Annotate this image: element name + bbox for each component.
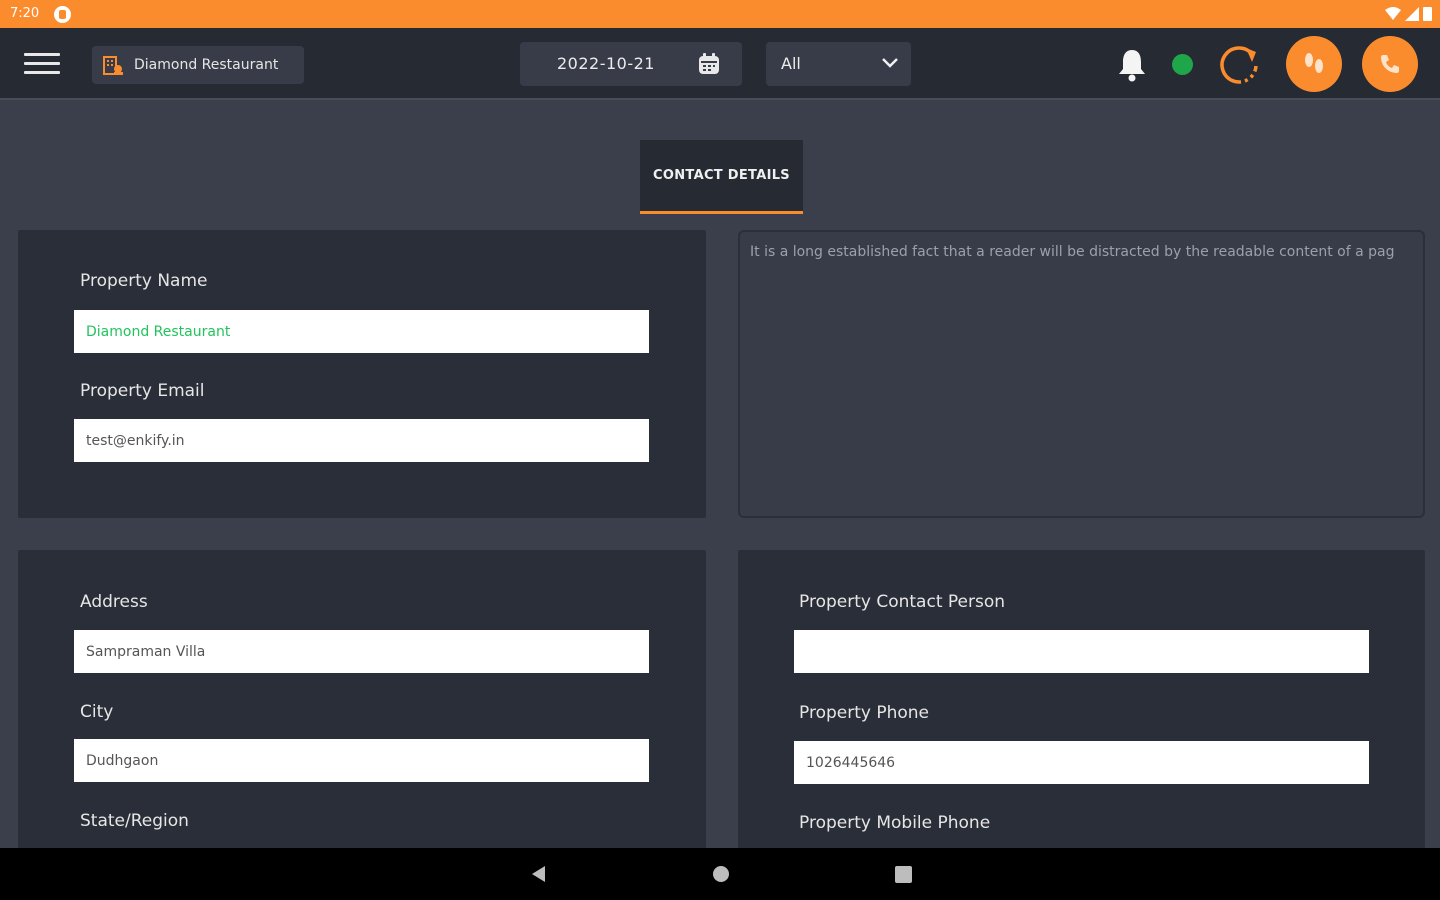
- address-label: Address: [80, 592, 148, 612]
- app-notification-icon: [54, 6, 71, 23]
- property-phone-label: Property Phone: [799, 703, 929, 723]
- system-icons: [1385, 6, 1432, 21]
- property-selector[interactable]: Diamond Restaurant: [92, 46, 304, 84]
- property-email-field[interactable]: [74, 419, 649, 462]
- status-time: 7:20: [10, 6, 40, 21]
- property-name: Diamond Restaurant: [134, 57, 279, 73]
- contact-card: Property Contact Person Property Phone P…: [738, 550, 1425, 850]
- property-email-label: Property Email: [80, 381, 205, 401]
- state-region-label: State/Region: [80, 811, 189, 831]
- app-header: Diamond Restaurant 2022-10-21 All: [0, 28, 1440, 100]
- footprints-button[interactable]: [1286, 36, 1342, 92]
- mobile-phone-label: Property Mobile Phone: [799, 813, 991, 833]
- battery-icon: [1423, 7, 1432, 21]
- online-status-dot: [1172, 54, 1193, 75]
- property-info-card: Property Name Property Email: [18, 230, 706, 518]
- filter-value: All: [781, 54, 801, 73]
- description-textarea[interactable]: It is a long established fact that a rea…: [738, 230, 1425, 518]
- city-field[interactable]: [74, 739, 649, 782]
- building-icon: [102, 54, 124, 76]
- footprints-icon: [1305, 53, 1323, 73]
- phone-icon: [1381, 55, 1399, 73]
- home-icon[interactable]: [713, 866, 729, 882]
- signal-icon: [1405, 6, 1419, 21]
- city-label: City: [80, 702, 114, 722]
- system-status-bar: 7:20: [0, 0, 1440, 28]
- date-picker[interactable]: 2022-10-21: [520, 42, 742, 86]
- address-card: Address City State/Region: [18, 550, 706, 850]
- bell-icon[interactable]: [1116, 48, 1148, 82]
- description-text: It is a long established fact that a rea…: [750, 244, 1395, 260]
- filter-select[interactable]: All: [766, 42, 911, 86]
- phone-button[interactable]: [1362, 36, 1418, 92]
- chevron-down-icon: [882, 58, 898, 68]
- menu-icon[interactable]: [24, 53, 60, 75]
- tab-contact-details[interactable]: CONTACT DETAILS: [640, 140, 803, 214]
- date-value: 2022-10-21: [557, 54, 655, 73]
- calendar-icon: [699, 53, 719, 74]
- recents-icon[interactable]: [895, 866, 912, 883]
- contact-person-label: Property Contact Person: [799, 592, 1006, 612]
- wifi-icon: [1385, 6, 1401, 20]
- property-name-field[interactable]: [74, 310, 649, 353]
- contact-person-field[interactable]: [794, 630, 1369, 673]
- back-icon[interactable]: [530, 865, 548, 883]
- system-navigation-bar: [0, 848, 1440, 900]
- property-name-label: Property Name: [80, 271, 208, 291]
- refresh-icon[interactable]: [1216, 42, 1262, 88]
- property-phone-field[interactable]: [794, 741, 1369, 784]
- address-field[interactable]: [74, 630, 649, 673]
